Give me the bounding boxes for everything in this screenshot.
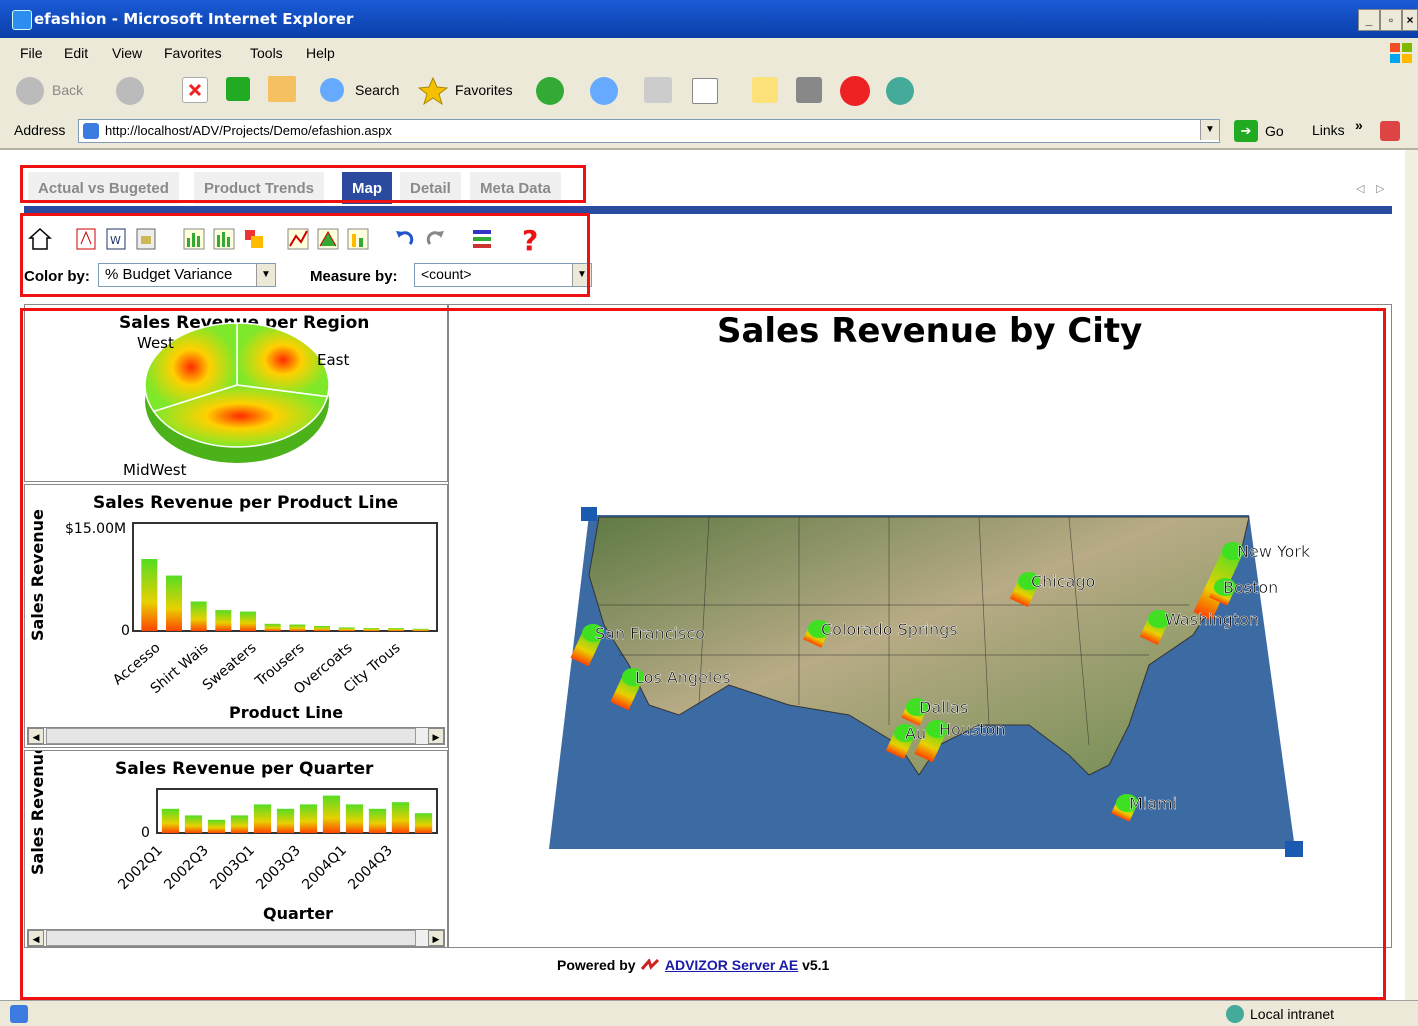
menu-edit[interactable]: Edit [64,45,88,61]
address-input[interactable]: http://localhost/ADV/Projects/Demo/efash… [78,119,1220,143]
print-icon[interactable] [644,77,672,103]
addon-icon[interactable] [1380,121,1400,141]
address-url: http://localhost/ADV/Projects/Demo/efash… [105,123,392,138]
edit-icon[interactable] [692,78,718,104]
research-icon[interactable] [796,77,822,103]
favorites-star-icon[interactable] [417,76,449,109]
menu-file[interactable]: File [20,45,43,61]
chevron-right-icon[interactable]: » [1355,117,1363,133]
search-button[interactable]: Search [355,82,399,98]
search-icon[interactable] [320,78,344,102]
media-icon[interactable] [536,77,564,105]
go-button[interactable]: Go [1265,123,1284,139]
page-vertical-scrollbar[interactable] [1405,150,1418,1000]
stop-icon[interactable] [182,77,208,103]
charts-highlight-box [20,308,1386,1000]
security-zone: Local intranet [1250,1006,1335,1022]
address-label: Address [14,122,66,138]
tabs-highlight-box [20,165,586,203]
back-button[interactable]: Back [52,82,83,98]
ie-icon [12,10,32,30]
windows-logo-icon [1388,40,1414,66]
browser-toolbar: Back Search Favorites [0,68,1418,115]
status-bar: Local intranet [0,1000,1418,1026]
toolbar-highlight-box [20,213,590,297]
menu-help[interactable]: Help [306,45,335,61]
go-arrow-icon[interactable]: ➔ [1234,120,1258,142]
minimize-button[interactable]: _ [1358,9,1380,31]
tab-scroll-right-icon[interactable]: ▷ [1376,182,1384,195]
links-button[interactable]: Links [1312,122,1345,138]
page-icon [83,123,99,139]
menu-view[interactable]: View [112,45,142,61]
menu-tools[interactable]: Tools [250,45,283,61]
mail-icon[interactable] [590,77,618,105]
back-arrow-icon[interactable] [16,77,44,105]
forward-arrow-icon[interactable] [116,77,144,105]
window-title: efashion - Microsoft Internet Explorer [34,10,354,28]
discuss-icon[interactable] [752,77,778,103]
tab-scroll-left-icon[interactable]: ◁ [1356,182,1364,195]
address-bar: Address http://localhost/ADV/Projects/De… [0,114,1418,150]
window-titlebar: efashion - Microsoft Internet Explorer _… [0,0,1418,38]
menu-favorites[interactable]: Favorites [164,45,222,61]
close-button[interactable]: × [1402,9,1418,31]
menu-bar: File Edit View Favorites Tools Help [0,38,1418,69]
intranet-icon [1226,1005,1244,1023]
page-status-icon [10,1005,28,1023]
address-dropdown-button[interactable]: ▼ [1200,120,1219,140]
messenger-icon[interactable] [840,76,870,106]
refresh-icon[interactable] [226,77,250,101]
maximize-button[interactable]: ▫ [1380,9,1402,31]
contacts-icon[interactable] [886,77,914,105]
favorites-button[interactable]: Favorites [455,82,513,98]
home-icon[interactable] [268,76,296,102]
